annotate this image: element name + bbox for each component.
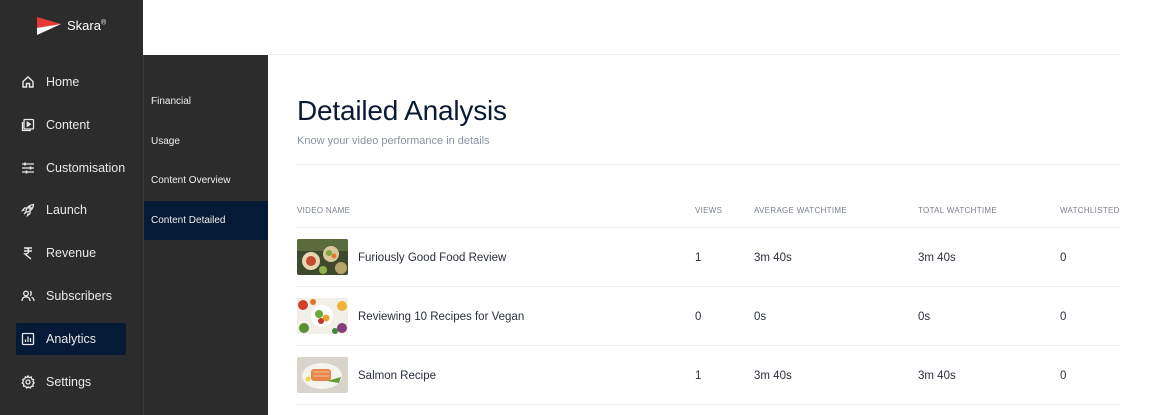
average-watchtime-value: 3m 40s [754,251,792,264]
column-header-views[interactable]: VIEWS [695,206,722,215]
video-thumbnail[interactable] [297,298,348,334]
video-name[interactable]: Reviewing 10 Recipes for Vegan [358,287,524,346]
subnav-item-usage[interactable]: Usage [144,122,268,162]
nav-item-subscribers[interactable]: Subscribers [16,280,126,312]
nav-label: Customisation [46,160,126,175]
sliders-icon [21,161,35,175]
play-square-icon [21,118,35,132]
app: Skara® Home Content Customisation Launch… [0,0,1169,415]
nav-label: Launch [46,203,88,218]
column-header-average-watchtime[interactable]: AVERAGE WATCHTIME [754,206,847,215]
video-name[interactable]: Furiously Good Food Review [358,228,506,287]
subnav-item-financial[interactable]: Financial [144,82,268,122]
nav-item-home[interactable]: Home [16,66,126,98]
table-header: VIDEO NAME VIEWS AVERAGE WATCHTIME TOTAL… [297,200,1120,228]
table-row[interactable]: Reviewing 10 Recipes for Vegan 0 0s 0s 0 [297,287,1120,346]
nav-label: Settings [46,374,92,389]
subnav-item-content-overview[interactable]: Content Overview [144,161,268,201]
nav-item-launch[interactable]: Launch [16,194,126,226]
gear-icon [21,374,35,389]
nav-label: Home [46,75,80,89]
skara-logo-icon [37,17,61,35]
page-title: Detailed Analysis [297,95,507,126]
total-watchtime-value: 3m 40s [918,251,956,264]
column-header-total-watchtime[interactable]: TOTAL WATCHTIME [918,206,997,215]
average-watchtime-value: 3m 40s [754,369,792,382]
bar-chart-icon [21,332,35,346]
nav-item-settings[interactable]: Settings [16,366,126,398]
nav-label: Revenue [46,246,97,261]
users-icon [21,289,35,303]
nav-item-analytics[interactable]: Analytics [16,322,126,355]
header-divider [268,54,1120,55]
total-watchtime-value: 0s [918,310,931,323]
average-watchtime-value: 0s [754,310,767,323]
brand-name: Skara® [67,17,107,33]
page-subtitle: Know your video performance in details [297,135,490,147]
rocket-icon [21,203,35,218]
rupee-icon [21,246,35,260]
nav-item-customisation[interactable]: Customisation [16,152,126,184]
video-thumbnail[interactable] [297,357,348,393]
views-value: 0 [695,310,702,323]
title-divider [297,164,1120,165]
views-value: 1 [695,369,702,382]
video-thumbnail[interactable] [297,239,348,275]
brand-logo[interactable]: Skara® [36,15,106,37]
video-analytics-table: VIDEO NAME VIEWS AVERAGE WATCHTIME TOTAL… [297,200,1120,405]
nav-item-revenue[interactable]: Revenue [16,237,126,269]
watchlisted-value: 0 [1060,369,1067,382]
table-row[interactable]: Furiously Good Food Review 1 3m 40s 3m 4… [297,228,1120,287]
nav-label: Subscribers [46,288,112,303]
table-row[interactable]: Salmon Recipe 1 3m 40s 3m 40s 0 [297,346,1120,405]
watchlisted-value: 0 [1060,251,1067,264]
column-header-video-name[interactable]: VIDEO NAME [297,206,350,215]
watchlisted-value: 0 [1060,310,1067,323]
views-value: 1 [695,251,702,264]
column-header-watchlisted[interactable]: WATCHLISTED [1060,206,1120,215]
subnav-item-content-detailed[interactable]: Content Detailed [144,200,268,240]
total-watchtime-value: 3m 40s [918,369,956,382]
nav-label: Analytics [46,331,97,346]
main-nav: Home Content Customisation Launch Revenu… [16,66,126,408]
primary-sidebar: Skara® Home Content Customisation Launch… [0,0,143,415]
analytics-subnav: Financial Usage Content Overview Content… [143,55,268,415]
video-name[interactable]: Salmon Recipe [358,346,436,405]
nav-label: Content [46,117,90,132]
nav-item-content[interactable]: Content [16,109,126,141]
home-icon [21,75,35,89]
